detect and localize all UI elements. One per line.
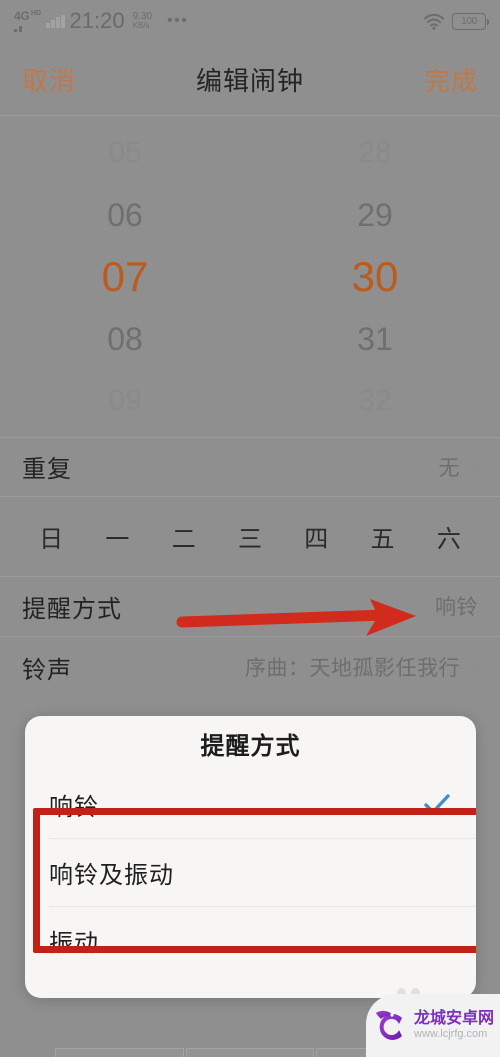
hour-wheel[interactable]: 05 06 07 08 09 (0, 118, 250, 436)
network-speed-unit: KB/s (132, 21, 150, 31)
reminder-mode-value: 响铃 (435, 596, 478, 619)
dialog-option-label: 振动 (49, 929, 99, 957)
signal-bars-icon (14, 24, 22, 32)
hour-option[interactable]: 09 (0, 370, 250, 432)
repeat-value-group: 无 (438, 452, 480, 482)
network-sub-label: HD (31, 10, 42, 17)
overflow-dots-icon: ••• (167, 12, 189, 29)
bottom-cell (185, 1048, 315, 1057)
repeat-row[interactable]: 重复 无 (0, 437, 500, 496)
minute-option[interactable]: 28 (250, 122, 500, 184)
chevron-right-icon (467, 459, 480, 473)
watermark: 龙城安卓网 www.lcjrfg.com (366, 994, 500, 1057)
phone-screen: 4G HD 21:20 9.30 KB/s ••• 100 编辑闹钟 取消 完成… (0, 0, 500, 1057)
watermark-text: 龙城安卓网 www.lcjrfg.com (414, 1010, 494, 1042)
chevron-right-icon (467, 660, 480, 673)
minute-option[interactable]: 32 (250, 370, 500, 432)
weekday-thu[interactable]: 四 (283, 519, 349, 554)
wifi-icon (423, 13, 445, 30)
weekday-sat[interactable]: 六 (416, 519, 482, 554)
dialog-option-vibrate[interactable]: 振动 (25, 906, 476, 974)
repeat-label: 重复 (22, 456, 72, 483)
weekday-wed[interactable]: 三 (217, 519, 283, 554)
minute-option[interactable]: 31 (250, 308, 500, 370)
dialog-option-ring-vibrate[interactable]: 响铃及振动 (25, 838, 476, 906)
ringtone-value-group: 序曲：天地孤影任我行 (245, 652, 480, 682)
annotation-arrow-icon (176, 596, 424, 651)
watermark-site-name: 龙城安卓网 (414, 1009, 495, 1027)
network-type-label: 4G (14, 9, 30, 23)
battery-level-label: 100 (461, 15, 477, 27)
dragon-logo-icon (372, 1005, 412, 1047)
hour-option[interactable]: 08 (0, 308, 250, 370)
minute-option-selected[interactable]: 30 (250, 246, 500, 308)
status-bar-right: 100 (423, 12, 489, 30)
ringtone-label: 铃声 (22, 656, 72, 684)
weekday-sun[interactable]: 日 (18, 519, 84, 554)
minute-wheel[interactable]: 28 29 30 31 32 (250, 118, 500, 436)
dialog-title: 提醒方式 (200, 732, 301, 760)
nav-bar: 编辑闹钟 取消 完成 (0, 44, 500, 116)
status-bar: 4G HD 21:20 9.30 KB/s ••• 100 (0, 0, 500, 42)
hour-option[interactable]: 05 (0, 122, 250, 184)
check-icon (422, 792, 452, 816)
reminder-mode-label: 提醒方式 (22, 595, 122, 623)
hour-option[interactable]: 06 (0, 184, 250, 246)
status-bar-left: 4G HD 21:20 9.30 KB/s ••• (14, 8, 188, 34)
weekday-tue[interactable]: 二 (151, 519, 217, 554)
dialog-option-label: 响铃及振动 (49, 861, 174, 889)
bottom-cell (55, 1048, 184, 1057)
dialog-option-ring[interactable]: 响铃 (25, 770, 476, 838)
reminder-mode-dialog: 提醒方式 响铃 响铃及振动 振动 (25, 716, 476, 998)
signal-strength-icon (46, 14, 65, 28)
status-bar-clock: 21:20 (69, 8, 125, 33)
repeat-value: 无 (438, 456, 460, 480)
weekday-mon[interactable]: 一 (84, 519, 150, 554)
done-button[interactable]: 完成 (424, 61, 478, 98)
weekday-selector[interactable]: 日 一 二 三 四 五 六 (0, 497, 500, 575)
dialog-option-label: 响铃 (49, 793, 99, 821)
network-speed-indicator: 9.30 KB/s (132, 11, 152, 31)
weekday-fri[interactable]: 五 (349, 519, 415, 554)
minute-option[interactable]: 29 (250, 184, 500, 246)
time-picker[interactable]: 05 06 07 08 09 28 29 30 31 32 (0, 118, 500, 436)
network-type-indicator: 4G HD (14, 9, 42, 32)
hour-option-selected[interactable]: 07 (0, 246, 250, 308)
ringtone-value: 序曲：天地孤影任我行 (245, 657, 460, 680)
watermark-url: www.lcjrfg.com (414, 1028, 488, 1041)
battery-icon: 100 (452, 12, 489, 30)
cancel-button[interactable]: 取消 (22, 61, 76, 98)
